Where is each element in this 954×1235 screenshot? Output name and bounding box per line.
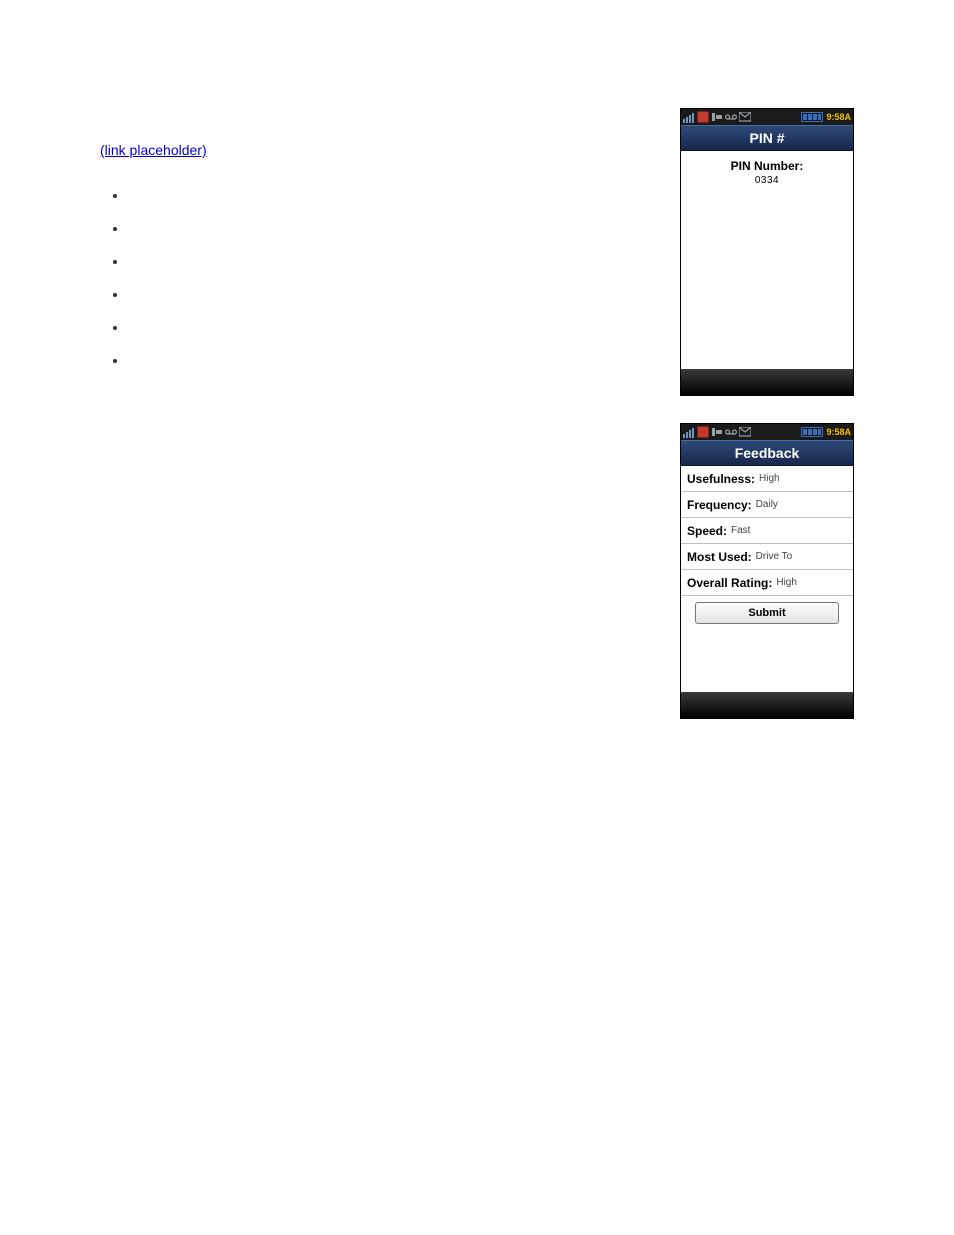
message-icon [739,426,751,438]
signal-icon [683,111,695,123]
row-label: Frequency: [687,498,752,512]
phone-screenshot-feedback: 9:58A Feedback Usefulness: High Frequenc… [680,423,854,719]
sync-icon [711,111,723,123]
battery-icon [801,427,823,437]
doc-paragraph: (link placeholder) [100,140,640,161]
voicemail-icon [725,426,737,438]
list-item [128,317,640,338]
voicemail-icon [725,111,737,123]
row-label: Usefulness: [687,472,755,486]
feedback-row-frequency[interactable]: Frequency: Daily [681,492,853,518]
carrier-icon [697,426,709,438]
status-bar: 9:58A [681,424,853,440]
row-value: Drive To [756,551,793,562]
screen-title: Feedback [681,440,853,466]
bottom-bar [681,369,853,395]
carrier-icon [697,111,709,123]
list-item [128,218,640,239]
screen-body: Usefulness: High Frequency: Daily Speed:… [681,466,853,692]
signal-icon [683,426,695,438]
list-item [128,284,640,305]
submit-button[interactable]: Submit [695,602,839,624]
bottom-bar [681,692,853,718]
sync-icon [711,426,723,438]
list-item [128,185,640,206]
pin-number-value: 0334 [681,175,853,186]
row-label: Overall Rating: [687,576,772,590]
battery-icon [801,112,823,122]
document-left-column: (link placeholder) [100,140,640,383]
feedback-row-usefulness[interactable]: Usefulness: High [681,466,853,492]
row-label: Most Used: [687,550,752,564]
list-item [128,251,640,272]
list-item [128,350,640,371]
row-value: Daily [756,499,778,510]
status-time: 9:58A [826,112,851,122]
row-label: Speed: [687,524,727,538]
pin-number-label: PIN Number: [681,159,853,173]
feedback-row-most-used[interactable]: Most Used: Drive To [681,544,853,570]
row-value: Fast [731,525,750,536]
message-icon [739,111,751,123]
screen-title: PIN # [681,125,853,151]
row-value: High [759,473,780,484]
doc-bullet-list [128,185,640,371]
screen-body: PIN Number: 0334 [681,151,853,369]
feedback-row-speed[interactable]: Speed: Fast [681,518,853,544]
doc-link[interactable]: (link placeholder) [100,142,207,158]
status-time: 9:58A [826,427,851,437]
row-value: High [776,577,797,588]
status-bar: 9:58A [681,109,853,125]
phone-screenshot-pin: 9:58A PIN # PIN Number: 0334 [680,108,854,396]
feedback-row-overall-rating[interactable]: Overall Rating: High [681,570,853,596]
